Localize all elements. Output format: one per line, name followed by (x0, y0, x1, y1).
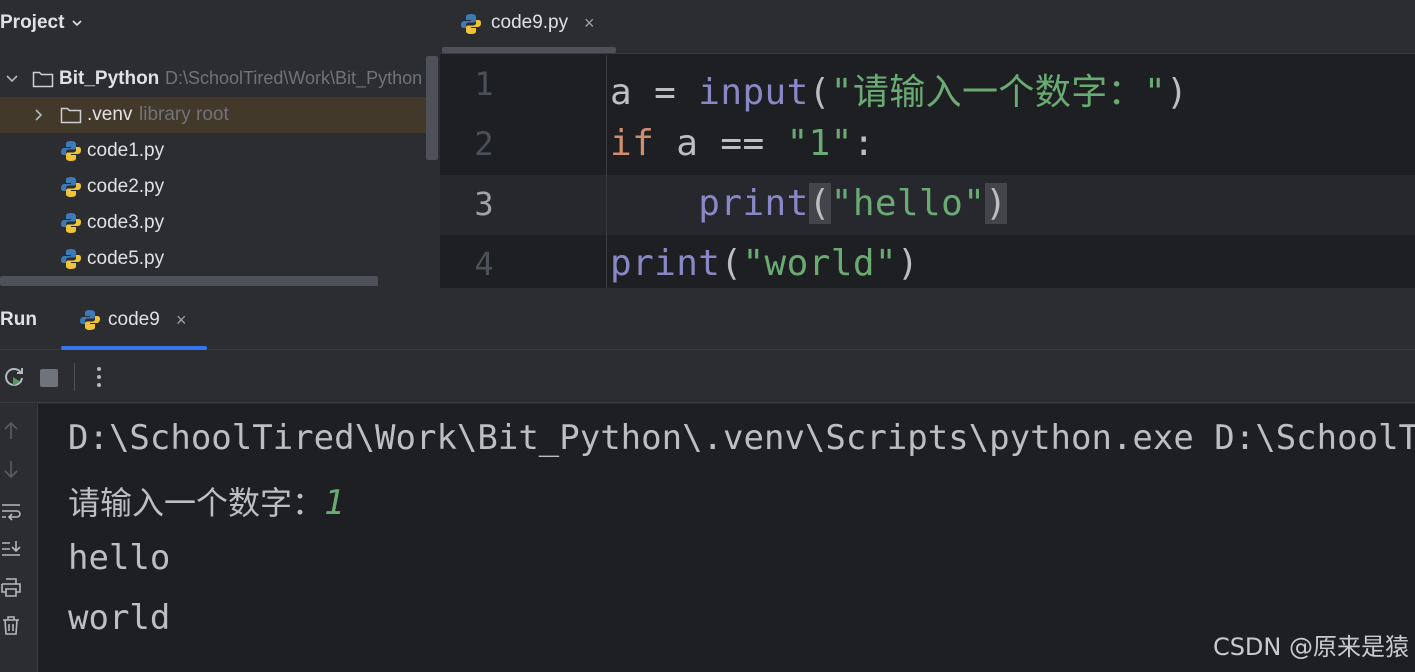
run-tool-window: Run code9 × D:\SchoolTired\Work\Bit_Pyth… (0, 288, 1415, 672)
code-text: if a == "1": (610, 123, 875, 164)
arrow-down-icon[interactable] (0, 458, 22, 480)
code-token: print (698, 183, 809, 224)
code-token: ( (720, 243, 743, 284)
tree-item-file[interactable]: code3.py (0, 205, 440, 241)
code-line[interactable]: 4 print("world") (440, 235, 1415, 288)
tree-item-file[interactable]: code1.py (0, 133, 440, 169)
project-title: Project (0, 12, 65, 33)
code-line[interactable]: 2 if a == "1": (440, 115, 1415, 175)
run-console[interactable]: D:\SchoolTired\Work\Bit_Python\.venv\Scr… (38, 404, 1415, 672)
active-tab-indicator (442, 47, 616, 53)
horizontal-scrollbar[interactable] (0, 276, 378, 286)
code-token: print (610, 243, 721, 284)
tree-root-bit-python[interactable]: Bit_Python D:\SchoolTired\Work\Bit_Pytho… (0, 61, 440, 97)
tree-root-name: Bit_Python (59, 68, 160, 89)
line-number: 4 (474, 245, 494, 283)
line-number: 3 (474, 185, 494, 223)
run-toolbar (0, 351, 1415, 403)
project-header[interactable]: Project (0, 0, 440, 46)
code-token: "world" (742, 243, 897, 284)
chevron-right-icon[interactable] (30, 107, 46, 123)
file-name: code2.py (87, 176, 165, 197)
code-token: a == (654, 123, 787, 164)
console-prompt-line: 请输入一个数字：1 (68, 478, 345, 524)
close-icon[interactable]: × (176, 310, 187, 331)
line-number: 2 (474, 125, 494, 163)
code-token: if (610, 123, 655, 164)
toolbar-separator (74, 363, 75, 391)
tab-label: code9.py (491, 12, 569, 33)
code-text: print("hello") (610, 183, 1008, 224)
python-file-icon (61, 177, 81, 197)
console-prompt: 请输入一个数字： (68, 484, 325, 522)
gutter-separator (606, 55, 607, 288)
tree-root-path: D:\SchoolTired\Work\Bit_Python (165, 68, 423, 88)
code-token: ) (1166, 72, 1189, 113)
stop-icon[interactable] (40, 369, 58, 387)
tree-item-venv-label: .venv (87, 104, 133, 125)
code-area[interactable]: 1 a = input("请输入一个数字：") 2 if a == "1": 3… (440, 55, 1415, 288)
code-editor: code9.py × 1 a = input("请输入一个数字：") 2 if … (440, 0, 1415, 288)
code-token: "hello" (830, 183, 986, 224)
python-file-icon (61, 249, 81, 269)
run-title: Run (0, 309, 37, 330)
run-tab-label: code9 (108, 309, 160, 330)
chevron-down-icon[interactable] (70, 16, 84, 30)
code-line[interactable]: 1 a = input("请输入一个数字：") (440, 55, 1415, 115)
code-token: ( (808, 72, 831, 113)
file-name: code1.py (87, 140, 165, 161)
code-token: "1" (786, 123, 853, 164)
watermark: CSDN @原来是猿 (1212, 633, 1409, 661)
chevron-down-icon[interactable] (4, 71, 20, 87)
python-file-icon (80, 310, 100, 330)
tree-item-file[interactable]: code2.py (0, 169, 440, 205)
tree-item-venv[interactable]: .venv library root (0, 97, 428, 133)
python-file-icon (61, 141, 81, 161)
print-icon[interactable] (0, 576, 22, 598)
code-text: a = input("请输入一个数字：") (610, 63, 1188, 115)
console-command-line: D:\SchoolTired\Work\Bit_Python\.venv\Scr… (68, 418, 1415, 458)
scroll-to-end-icon[interactable] (0, 538, 22, 560)
python-file-icon (461, 14, 481, 34)
run-header: Run code9 × (0, 288, 1415, 350)
rerun-icon[interactable] (2, 365, 26, 389)
code-token: "请输入一个数字：" (830, 72, 1167, 113)
code-token: : (852, 123, 875, 164)
file-name: code3.py (87, 212, 165, 233)
code-token: ) (985, 183, 1008, 224)
run-side-toolbar (0, 404, 38, 672)
folder-icon (60, 107, 82, 124)
close-icon[interactable]: × (584, 13, 595, 34)
code-token: ) (896, 243, 920, 284)
arrow-up-icon[interactable] (0, 420, 22, 442)
library-root-hint: library root (139, 104, 229, 125)
soft-wrap-icon[interactable] (0, 500, 22, 522)
trash-icon[interactable] (0, 614, 22, 636)
code-text: print("world") (610, 243, 919, 284)
line-number: 1 (474, 65, 494, 103)
code-token: ( (808, 183, 831, 224)
console-user-input: 1 (324, 483, 345, 523)
tab-code9-py[interactable]: code9.py × (440, 0, 616, 54)
project-tool-window: Project Bit_Python D:\SchoolTired\Work\B… (0, 0, 440, 288)
code-token: input (698, 72, 809, 113)
editor-tab-bar: code9.py × (440, 0, 1415, 54)
folder-icon (32, 71, 54, 88)
more-options-icon[interactable] (96, 365, 102, 389)
console-output-line: hello (68, 538, 171, 578)
console-output-line: world (68, 598, 171, 638)
code-token: a = (610, 72, 699, 113)
active-tab-indicator (61, 346, 207, 350)
python-file-icon (61, 213, 81, 233)
vertical-scrollbar[interactable] (426, 56, 438, 160)
file-name: code5.py (87, 248, 165, 269)
tree-item-file[interactable]: code5.py (0, 241, 440, 277)
code-line-current[interactable]: 3 print("hello") (440, 175, 1415, 235)
